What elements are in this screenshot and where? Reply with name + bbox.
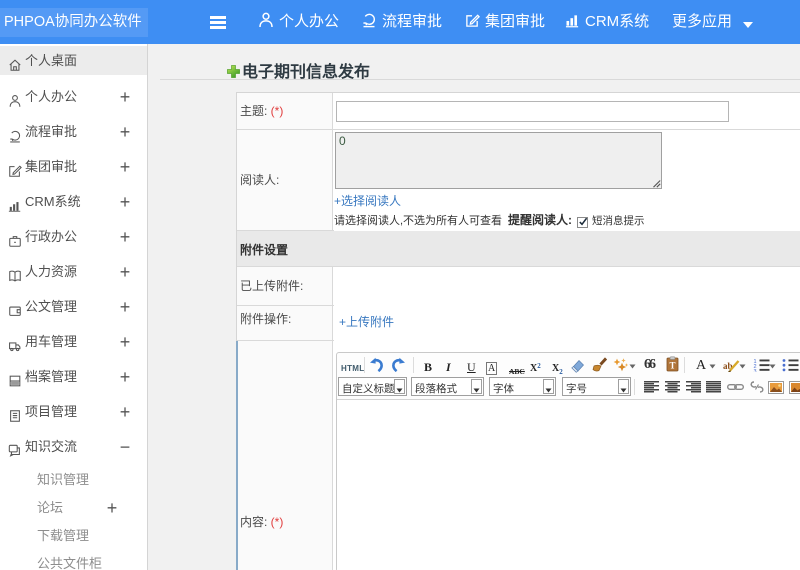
svg-text:T: T bbox=[669, 361, 675, 371]
svg-text:3: 3 bbox=[754, 369, 757, 372]
